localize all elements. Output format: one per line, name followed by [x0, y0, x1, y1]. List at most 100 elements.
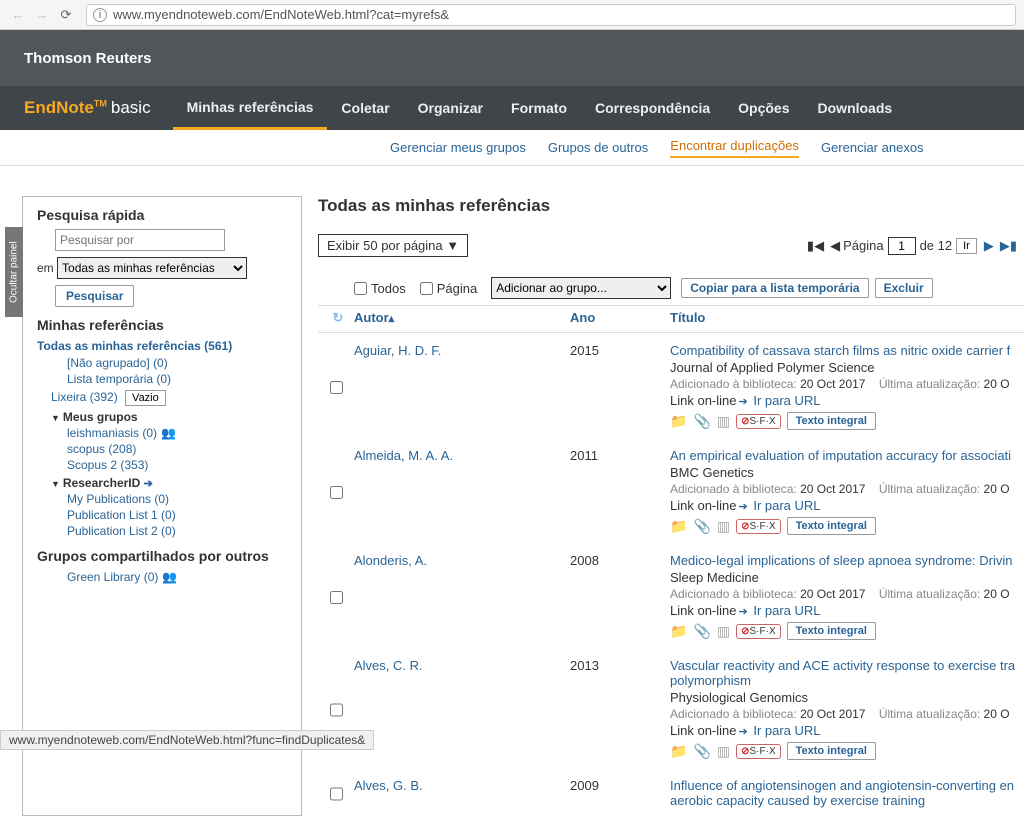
- search-button[interactable]: Pesquisar: [55, 285, 134, 307]
- last-page-icon[interactable]: ▶▮: [1000, 238, 1017, 254]
- ref-author-link[interactable]: Aguiar, H. D. F.: [354, 343, 441, 358]
- chart-icon[interactable]: ▥: [717, 743, 730, 760]
- chart-icon[interactable]: ▥: [717, 623, 730, 640]
- address-bar[interactable]: i www.myendnoteweb.com/EndNoteWeb.html?c…: [86, 4, 1016, 26]
- group-leishmaniasis[interactable]: leishmaniasis (0)👥: [67, 426, 287, 440]
- attachment-icon[interactable]: 📎: [693, 518, 710, 535]
- ref-author-link[interactable]: Almeida, M. A. A.: [354, 448, 453, 463]
- ref-title-link[interactable]: polymorphism: [670, 673, 751, 688]
- select-all-checkbox[interactable]: [354, 282, 367, 295]
- subnav-others-groups[interactable]: Grupos de outros: [548, 140, 648, 155]
- folder-icon[interactable]: 📁: [670, 413, 687, 430]
- hide-panel-button[interactable]: Ocultar painel: [5, 227, 23, 317]
- attachment-icon[interactable]: 📎: [693, 623, 710, 640]
- full-text-button[interactable]: Texto integral: [787, 517, 876, 535]
- col-title-header[interactable]: Título: [670, 310, 1024, 326]
- nav-collect[interactable]: Coletar: [327, 86, 403, 130]
- folder-icon[interactable]: 📁: [670, 518, 687, 535]
- ref-checkbox[interactable]: [330, 780, 343, 808]
- sidebar-all-refs[interactable]: Todas as minhas referências (561): [37, 339, 287, 353]
- info-icon[interactable]: i: [93, 8, 107, 22]
- ref-checkbox[interactable]: [330, 450, 343, 535]
- prev-page-icon[interactable]: ◀: [830, 238, 840, 254]
- arrow-right-icon: ➔: [739, 501, 748, 513]
- sfx-button[interactable]: ⊘S·F·X: [736, 414, 781, 429]
- folder-icon[interactable]: 📁: [670, 623, 687, 640]
- chart-icon[interactable]: ▥: [717, 518, 730, 535]
- ref-meta: Adicionado à biblioteca: 20 Oct 2017 Últ…: [670, 377, 1024, 391]
- forward-button[interactable]: →: [32, 5, 52, 25]
- ref-title-link[interactable]: Influence of angiotensinogen and angiote…: [670, 778, 1014, 793]
- full-text-button[interactable]: Texto integral: [787, 412, 876, 430]
- reference-row: Alonderis, A.2008Medico-legal implicatio…: [318, 543, 1024, 648]
- sidebar-trash[interactable]: Lixeira (392): [51, 390, 118, 404]
- subnav-manage-attachments[interactable]: Gerenciar anexos: [821, 140, 924, 155]
- nav-match[interactable]: Correspondência: [581, 86, 724, 130]
- col-year-header[interactable]: Ano: [570, 310, 670, 326]
- chart-icon[interactable]: ▥: [717, 413, 730, 430]
- ref-link-online: Link on-line➔ Ir para URL: [670, 723, 1024, 738]
- back-button[interactable]: ←: [8, 5, 28, 25]
- ref-title-link[interactable]: aerobic capacity caused by exercise trai…: [670, 793, 925, 808]
- side-panel: Ocultar painel Pesquisa rápida em Todas …: [22, 196, 302, 816]
- first-page-icon[interactable]: ▮◀: [807, 238, 824, 254]
- go-to-url-link[interactable]: Ir para URL: [753, 498, 820, 513]
- search-scope-select[interactable]: Todas as minhas referências: [57, 257, 247, 279]
- ref-checkbox[interactable]: [330, 555, 343, 640]
- sfx-button[interactable]: ⊘S·F·X: [736, 744, 781, 759]
- ref-title-link[interactable]: Vascular reactivity and ACE activity res…: [670, 658, 1015, 673]
- go-to-url-link[interactable]: Ir para URL: [753, 603, 820, 618]
- go-to-url-link[interactable]: Ir para URL: [753, 723, 820, 738]
- ref-checkbox[interactable]: [330, 345, 343, 430]
- add-to-group-select[interactable]: Adicionar ao grupo...: [491, 277, 671, 299]
- next-page-icon[interactable]: ▶: [984, 238, 994, 254]
- search-input[interactable]: [55, 229, 225, 251]
- select-page-checkbox[interactable]: [420, 282, 433, 295]
- page-input[interactable]: [888, 237, 916, 255]
- sfx-button[interactable]: ⊘S·F·X: [736, 519, 781, 534]
- researcherid-header[interactable]: ▼ResearcherID ➔: [51, 476, 287, 490]
- delete-button[interactable]: Excluir: [875, 278, 933, 298]
- rid-pub-list-1[interactable]: Publication List 1 (0): [67, 508, 287, 522]
- logo[interactable]: EndNoteTMbasic: [24, 98, 151, 118]
- sidebar-temp-list[interactable]: Lista temporária (0): [67, 372, 287, 386]
- shared-green-library[interactable]: Green Library (0)👥: [67, 570, 287, 584]
- my-groups-header[interactable]: ▼Meus grupos: [51, 410, 287, 424]
- ref-author-link[interactable]: Alves, G. B.: [354, 778, 423, 793]
- page-title: Todas as minhas referências: [318, 196, 1024, 216]
- refresh-icon[interactable]: ↻: [333, 310, 344, 326]
- ref-title-link[interactable]: Medico-legal implications of sleep apnoe…: [670, 553, 1013, 568]
- rid-pub-list-2[interactable]: Publication List 2 (0): [67, 524, 287, 538]
- ref-title-link[interactable]: An empirical evaluation of imputation ac…: [670, 448, 1011, 463]
- sfx-button[interactable]: ⊘S·F·X: [736, 624, 781, 639]
- ref-author-link[interactable]: Alves, C. R.: [354, 658, 423, 673]
- my-references-heading: Minhas referências: [37, 317, 287, 333]
- sidebar-unfiled[interactable]: [Não agrupado] (0): [67, 356, 287, 370]
- subnav-find-duplicates[interactable]: Encontrar duplicações: [670, 138, 799, 158]
- col-author-header[interactable]: Autor: [354, 310, 389, 325]
- nav-options[interactable]: Opções: [724, 86, 803, 130]
- copy-temp-button[interactable]: Copiar para a lista temporária: [681, 278, 868, 298]
- subnav-manage-groups[interactable]: Gerenciar meus grupos: [390, 140, 526, 155]
- nav-organize[interactable]: Organizar: [404, 86, 497, 130]
- shared-icon: 👥: [161, 426, 176, 440]
- nav-my-references[interactable]: Minhas referências: [173, 86, 328, 130]
- attachment-icon[interactable]: 📎: [693, 743, 710, 760]
- nav-downloads[interactable]: Downloads: [804, 86, 907, 130]
- ref-title-link[interactable]: Compatibility of cassava starch films as…: [670, 343, 1010, 358]
- group-scopus[interactable]: scopus (208): [67, 442, 287, 456]
- go-to-url-link[interactable]: Ir para URL: [753, 393, 820, 408]
- ref-author-link[interactable]: Alonderis, A.: [354, 553, 427, 568]
- go-button[interactable]: Ir: [956, 238, 977, 254]
- attachment-icon[interactable]: 📎: [693, 413, 710, 430]
- rid-my-publications[interactable]: My Publications (0): [67, 492, 287, 506]
- full-text-button[interactable]: Texto integral: [787, 742, 876, 760]
- empty-trash-button[interactable]: Vazio: [125, 390, 166, 406]
- folder-icon[interactable]: 📁: [670, 743, 687, 760]
- per-page-select[interactable]: Exibir 50 por página ▼: [318, 234, 468, 257]
- nav-format[interactable]: Formato: [497, 86, 581, 130]
- full-text-button[interactable]: Texto integral: [787, 622, 876, 640]
- reload-button[interactable]: ⟳: [56, 5, 76, 25]
- group-scopus2[interactable]: Scopus 2 (353): [67, 458, 287, 472]
- reference-row: Aguiar, H. D. F.2015Compatibility of cas…: [318, 333, 1024, 438]
